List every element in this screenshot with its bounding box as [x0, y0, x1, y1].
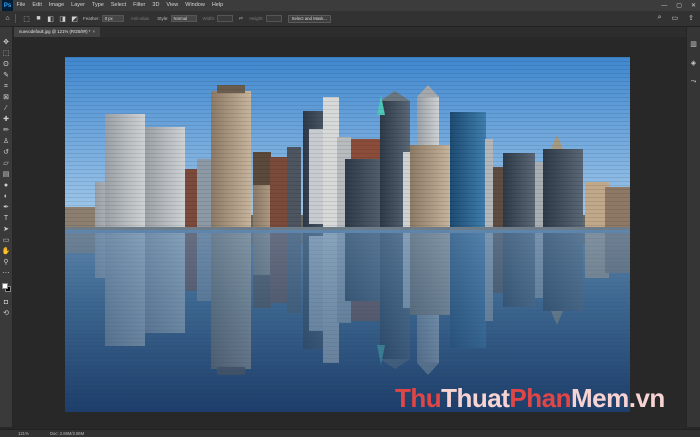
feather-input[interactable]: 0 px	[101, 15, 124, 22]
brush-tool-icon[interactable]: ✏	[1, 125, 12, 136]
paths-icon[interactable]: ⤳	[689, 77, 699, 87]
close-window-button[interactable]: ✕	[691, 2, 696, 9]
width-input[interactable]	[217, 15, 234, 22]
screen-mode-icon[interactable]: ⟲	[1, 308, 12, 319]
crop-tool-icon[interactable]: ⌗	[1, 81, 12, 92]
quick-mask-icon[interactable]: ◘	[1, 297, 12, 308]
watermark-part-4: Mem.vn	[571, 383, 665, 413]
document-size[interactable]: Doc: 2.86M/2.86M	[50, 431, 84, 436]
skyline	[65, 57, 630, 227]
history-brush-tool-icon[interactable]: ↺	[1, 147, 12, 158]
document-tab-bar: nuevodefault.jpg @ 121% (RGB/8#) * ×	[14, 27, 686, 37]
pen-tool-icon[interactable]: ✒	[1, 202, 12, 213]
watermark-part-2: Thuat	[441, 383, 510, 413]
blur-tool-icon[interactable]: ●	[1, 180, 12, 191]
right-panel-strip: ▥ ◈ ⤳	[686, 27, 700, 427]
swap-icon[interactable]: ⇄	[236, 14, 245, 23]
maximize-button[interactable]: ▢	[676, 2, 682, 9]
window-controls: — ▢ ✕	[661, 0, 696, 11]
dodge-tool-icon[interactable]: ◐	[1, 191, 12, 202]
foreground-color-swatch[interactable]	[1, 283, 8, 289]
gradient-tool-icon[interactable]: ▤	[1, 169, 12, 180]
watermark-part-3: Phan	[509, 383, 571, 413]
watermark: ThuThuatPhanMem.vn	[395, 383, 665, 414]
minimize-button[interactable]: —	[661, 3, 667, 9]
menu-select[interactable]: Select	[107, 0, 129, 11]
zoom-level[interactable]: 121%	[18, 431, 46, 436]
width-label: Width:	[202, 16, 216, 21]
menu-view[interactable]: View	[163, 0, 182, 11]
menu-type[interactable]: Type	[88, 0, 107, 11]
antialias-checkbox[interactable]: Anti-alias	[131, 16, 150, 21]
style-label: Style:	[157, 16, 169, 21]
menu-edit[interactable]: Edit	[29, 0, 45, 11]
watermark-part-1: Thu	[395, 383, 442, 413]
eyedropper-tool-icon[interactable]: ⁄	[1, 103, 12, 114]
photoshop-logo-icon[interactable]: Ps	[2, 0, 13, 11]
style-select[interactable]: Normal	[170, 15, 197, 22]
search-icon[interactable]: ⌕	[658, 14, 662, 22]
share-icon[interactable]: ⇪	[688, 14, 694, 22]
workspace-icon[interactable]: ▭	[672, 14, 679, 22]
menu-file[interactable]: File	[13, 0, 29, 11]
frame-tool-icon[interactable]: ⊠	[1, 92, 12, 103]
tools-panel: ✥ ⬚ ʘ ✎ ⌗ ⊠ ⁄ ✚ ✏ ♙ ↺ ▱ ▤ ● ◐ ✒ T ➤ ▭ ✋ …	[0, 27, 13, 427]
feather-label: Feather:	[83, 16, 100, 21]
type-tool-icon[interactable]: T	[1, 213, 12, 224]
healing-brush-tool-icon[interactable]: ✚	[1, 114, 12, 125]
layers-icon[interactable]: ◈	[689, 58, 699, 68]
eraser-tool-icon[interactable]: ▱	[1, 158, 12, 169]
tab-close-icon[interactable]: ×	[92, 29, 95, 34]
path-select-tool-icon[interactable]: ➤	[1, 224, 12, 235]
shoreline	[65, 227, 630, 230]
menu-bar: Ps File Edit Image Layer Type Select Fil…	[0, 0, 700, 11]
new-selection-icon[interactable]: ■	[34, 14, 43, 23]
document-tab[interactable]: nuevodefault.jpg @ 121% (RGB/8#) * ×	[14, 27, 100, 37]
quick-select-tool-icon[interactable]: ✎	[1, 70, 12, 81]
divider	[15, 14, 16, 23]
marquee-tool-icon[interactable]: ⬚	[1, 48, 12, 59]
edit-toolbar-icon[interactable]: ⋯	[1, 268, 12, 279]
home-icon[interactable]: ⌂	[3, 14, 12, 23]
menu-window[interactable]: Window	[182, 0, 209, 11]
subtract-selection-icon[interactable]: ◨	[58, 14, 67, 23]
height-input[interactable]	[265, 15, 282, 22]
move-tool-icon[interactable]: ✥	[1, 37, 12, 48]
zoom-tool-icon[interactable]: ⚲	[1, 257, 12, 268]
properties-icon[interactable]: ▥	[689, 39, 699, 49]
lasso-tool-icon[interactable]: ʘ	[1, 59, 12, 70]
select-and-mask-button[interactable]: Select and Mask...	[287, 14, 331, 23]
city-skyline-photo	[65, 57, 630, 412]
color-swatches[interactable]	[1, 282, 12, 294]
rect-marquee-icon[interactable]: ⬚	[22, 14, 31, 23]
hand-tool-icon[interactable]: ✋	[1, 246, 12, 257]
document-image[interactable]	[65, 57, 630, 412]
document-tab-title: nuevodefault.jpg @ 121% (RGB/8#) *	[19, 29, 91, 34]
height-label: Height:	[249, 16, 264, 21]
menu-image[interactable]: Image	[45, 0, 67, 11]
intersect-selection-icon[interactable]: ◩	[70, 14, 79, 23]
canvas-area[interactable]	[14, 37, 686, 429]
status-bar: 121% Doc: 2.86M/2.86M	[0, 429, 700, 437]
add-selection-icon[interactable]: ◧	[46, 14, 55, 23]
menu-filter[interactable]: Filter	[130, 0, 149, 11]
shape-tool-icon[interactable]: ▭	[1, 235, 12, 246]
clone-stamp-tool-icon[interactable]: ♙	[1, 136, 12, 147]
options-bar: ⌂ ⬚ ■ ◧ ◨ ◩ Feather: 0 px Anti-alias Sty…	[0, 11, 700, 27]
options-right: ⌕ ▭ ⇪	[658, 14, 694, 22]
menu-layer[interactable]: Layer	[68, 0, 89, 11]
menu-3d[interactable]: 3D	[149, 0, 163, 11]
menu-help[interactable]: Help	[208, 0, 226, 11]
